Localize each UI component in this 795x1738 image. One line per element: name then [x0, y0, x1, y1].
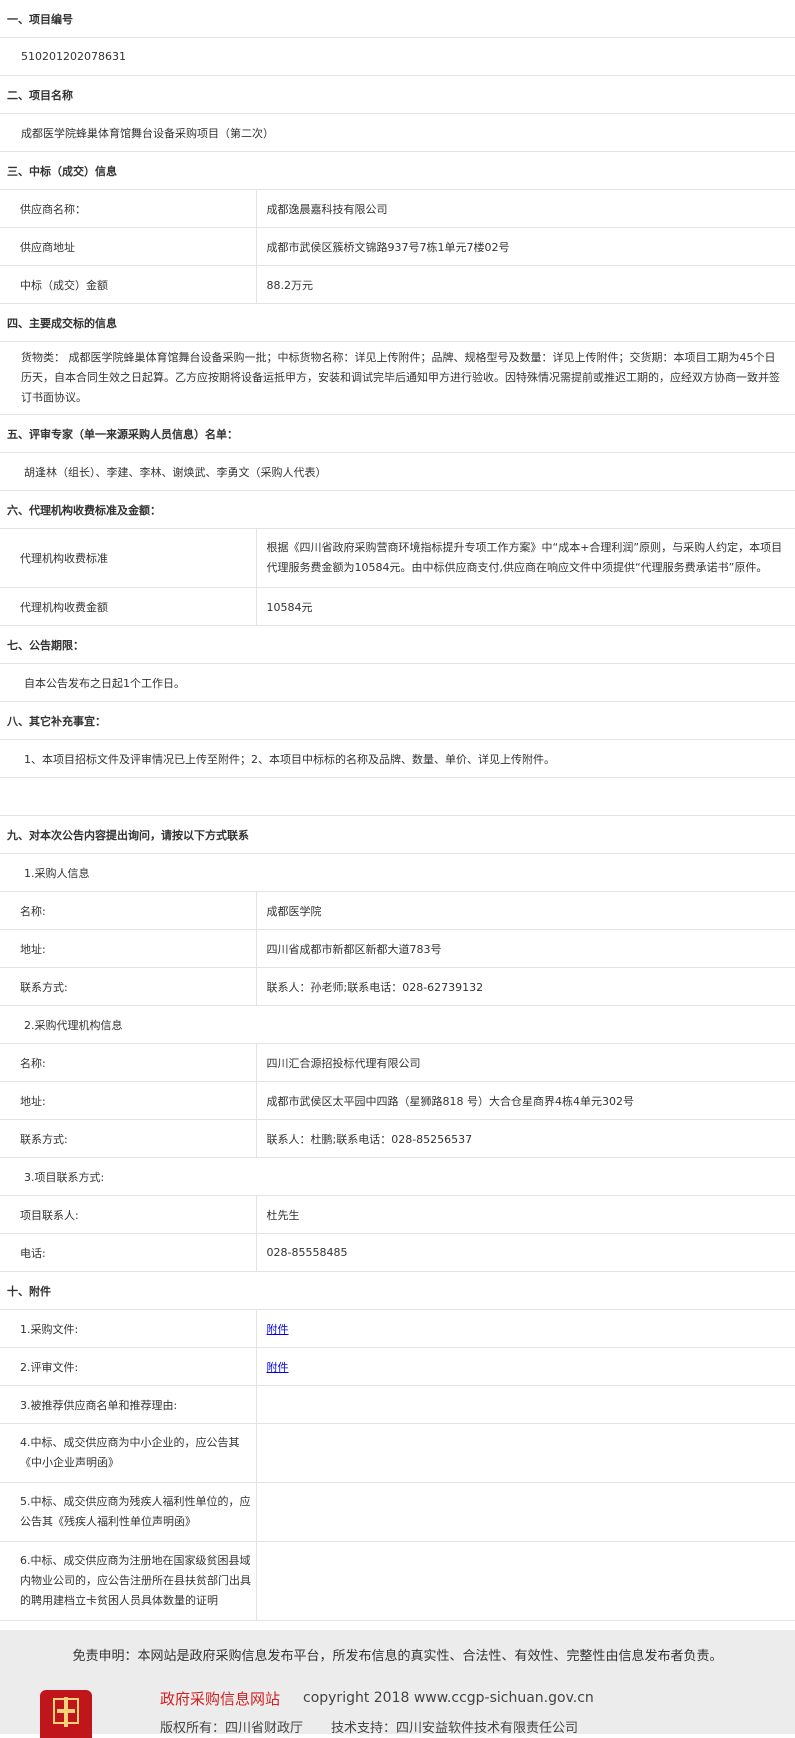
agency-address-label: 地址:	[0, 1081, 257, 1120]
project-contact-person-value: 杜先生	[256, 1195, 795, 1234]
section-title-project-number: 一、项目编号	[0, 0, 795, 38]
project-phone-value: 028-85558485	[256, 1233, 795, 1272]
award-amount-value: 88.2万元	[256, 265, 795, 304]
attachment-disabled-value	[256, 1482, 795, 1542]
announcement-content: 一、项目编号 510201202078631 二、项目名称 成都医学院蜂巢体育馆…	[0, 0, 795, 1621]
attachment-review-label: 2.评审文件:	[0, 1347, 257, 1386]
purchaser-contact-value: 联系人：孙老师;联系电话：028-62739132	[256, 967, 795, 1006]
footer-credits: 版权所有：四川省财政厅 技术支持：四川安益软件技术有限责任公司	[160, 1717, 606, 1736]
project-number: 510201202078631	[0, 37, 795, 76]
purchaser-name-value: 成都医学院	[256, 891, 795, 930]
subject-info-text: 货物类： 成都医学院蜂巢体育馆舞台设备采购一批；中标货物名称：详见上传附件；品牌…	[0, 341, 795, 415]
attachment-recommended-label: 3.被推荐供应商名单和推荐理由:	[0, 1385, 257, 1424]
purchaser-address-label: 地址:	[0, 929, 257, 968]
expert-list: 胡逢林（组长）、李建、李林、谢焕武、李勇文（采购人代表）	[0, 452, 795, 491]
fee-amount-value: 10584元	[256, 587, 795, 626]
emblem-icon	[40, 1690, 92, 1738]
attachment-procurement-link[interactable]: 附件	[267, 1323, 289, 1336]
agency-contact-label: 联系方式:	[0, 1119, 257, 1158]
agency-address-value: 成都市武侯区太平园中四路（星狮路818 号）大合仓星商界4栋4单元302号	[256, 1081, 795, 1120]
blank-row	[0, 777, 795, 816]
section-title-other-matters: 八、其它补充事宜：	[0, 701, 795, 740]
disclaimer-text: 免责申明：本网站是政府采购信息发布平台，所发布信息的真实性、合法性、有效性、完整…	[72, 1649, 723, 1664]
project-name: 成都医学院蜂巢体育馆舞台设备采购项目（第二次）	[0, 113, 795, 152]
section-title-notice-period: 七、公告期限：	[0, 625, 795, 664]
section-title-agency-fee: 六、代理机构收费标准及金额：	[0, 490, 795, 529]
purchaser-heading: 1.采购人信息	[0, 853, 795, 892]
project-phone-label: 电话:	[0, 1233, 257, 1272]
agency-heading: 2.采购代理机构信息	[0, 1005, 795, 1044]
purchaser-contact-label: 联系方式:	[0, 967, 257, 1006]
supplier-name-label: 供应商名称：	[0, 189, 257, 228]
attachment-poverty-value	[256, 1541, 795, 1621]
page-footer: 免责申明：本网站是政府采购信息发布平台，所发布信息的真实性、合法性、有效性、完整…	[0, 1630, 795, 1738]
supplier-address-label: 供应商地址	[0, 227, 257, 266]
purchaser-name-label: 名称:	[0, 891, 257, 930]
section-title-attachments: 十、附件	[0, 1271, 795, 1310]
fee-amount-label: 代理机构收费金额	[0, 587, 257, 626]
attachment-sme-label: 4.中标、成交供应商为中小企业的，应公告其《中小企业声明函》	[0, 1423, 257, 1483]
copyright-text: copyright 2018 www.ccgp-sichuan.gov.cn	[303, 1690, 594, 1706]
attachment-review-link[interactable]: 附件	[267, 1361, 289, 1374]
attachment-sme-value	[256, 1423, 795, 1483]
notice-period-text: 自本公告发布之日起1个工作日。	[0, 663, 795, 702]
project-contact-heading: 3.项目联系方式:	[0, 1157, 795, 1196]
section-title-experts: 五、评审专家（单一来源采购人员信息）名单：	[0, 414, 795, 453]
site-name[interactable]: 政府采购信息网站	[160, 1688, 280, 1709]
section-title-award-info: 三、中标（成交）信息	[0, 151, 795, 190]
section-title-contact: 九、对本次公告内容提出询问，请按以下方式联系	[0, 815, 795, 854]
supplier-address-value: 成都市武侯区簇桥文锦路937号7栋1单元7楼02号	[256, 227, 795, 266]
attachment-procurement-label: 1.采购文件:	[0, 1309, 257, 1348]
fee-standard-value: 根据《四川省政府采购营商环境指标提升专项工作方案》中“成本+合理利润”原则，与采…	[256, 528, 795, 588]
attachment-poverty-label: 6.中标、成交供应商为注册地在国家级贫困县域内物业公司的，应公告注册所在县扶贫部…	[0, 1541, 257, 1621]
agency-name-value: 四川汇合源招投标代理有限公司	[256, 1043, 795, 1082]
agency-name-label: 名称:	[0, 1043, 257, 1082]
section-title-subject-info: 四、主要成交标的信息	[0, 303, 795, 342]
attachment-recommended-value	[256, 1385, 795, 1424]
other-matters-text: 1、本项目招标文件及评审情况已上传至附件；2、本项目中标标的名称及品牌、数量、单…	[0, 739, 795, 778]
attachment-disabled-label: 5.中标、成交供应商为残疾人福利性单位的，应公告其《残疾人福利性单位声明函》	[0, 1482, 257, 1542]
award-amount-label: 中标（成交）金额	[0, 265, 257, 304]
supplier-name-value: 成都逸晨嘉科技有限公司	[256, 189, 795, 228]
announcement-table: 一、项目编号 510201202078631 二、项目名称 成都医学院蜂巢体育馆…	[0, 0, 795, 1621]
agency-contact-value: 联系人：杜鹏;联系电话：028-85256537	[256, 1119, 795, 1158]
fee-standard-label: 代理机构收费标准	[0, 528, 257, 588]
purchaser-address-value: 四川省成都市新都区新都大道783号	[256, 929, 795, 968]
section-title-project-name: 二、项目名称	[0, 75, 795, 114]
project-contact-person-label: 项目联系人:	[0, 1195, 257, 1234]
